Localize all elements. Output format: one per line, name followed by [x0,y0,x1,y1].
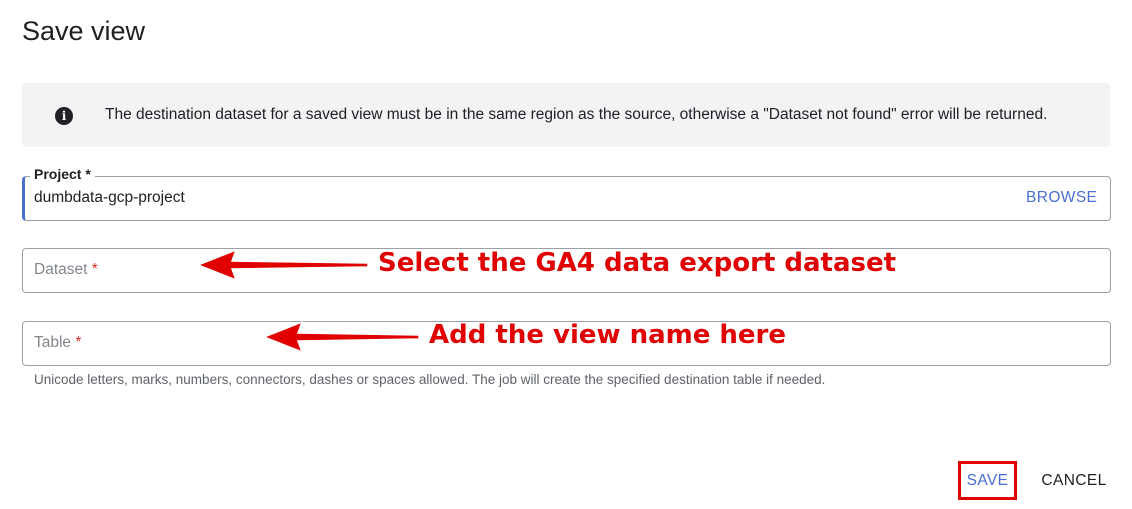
project-field[interactable] [22,176,1111,221]
info-icon: i [55,107,73,125]
dataset-placeholder-text: Dataset [34,261,88,278]
cancel-button[interactable]: CANCEL [1036,461,1112,500]
info-text: The destination dataset for a saved view… [105,106,1048,123]
dataset-required-mark: * [91,261,98,278]
dataset-placeholder: Dataset * [34,261,98,279]
annotation-table: Add the view name here [429,320,787,350]
save-button[interactable]: SAVE [958,461,1017,500]
table-placeholder: Table * [34,334,81,352]
arrow-left-icon [262,320,420,354]
project-label: Project * [30,166,95,182]
browse-button[interactable]: BROWSE [1026,189,1097,207]
page-title: Save view [22,16,146,46]
table-required-mark: * [75,334,82,351]
arrow-left-icon [196,248,369,282]
table-hint: Unicode letters, marks, numbers, connect… [34,372,826,387]
annotation-dataset: Select the GA4 data export dataset [378,248,897,278]
project-value[interactable]: dumbdata-gcp-project [34,189,185,207]
table-placeholder-text: Table [34,334,72,351]
